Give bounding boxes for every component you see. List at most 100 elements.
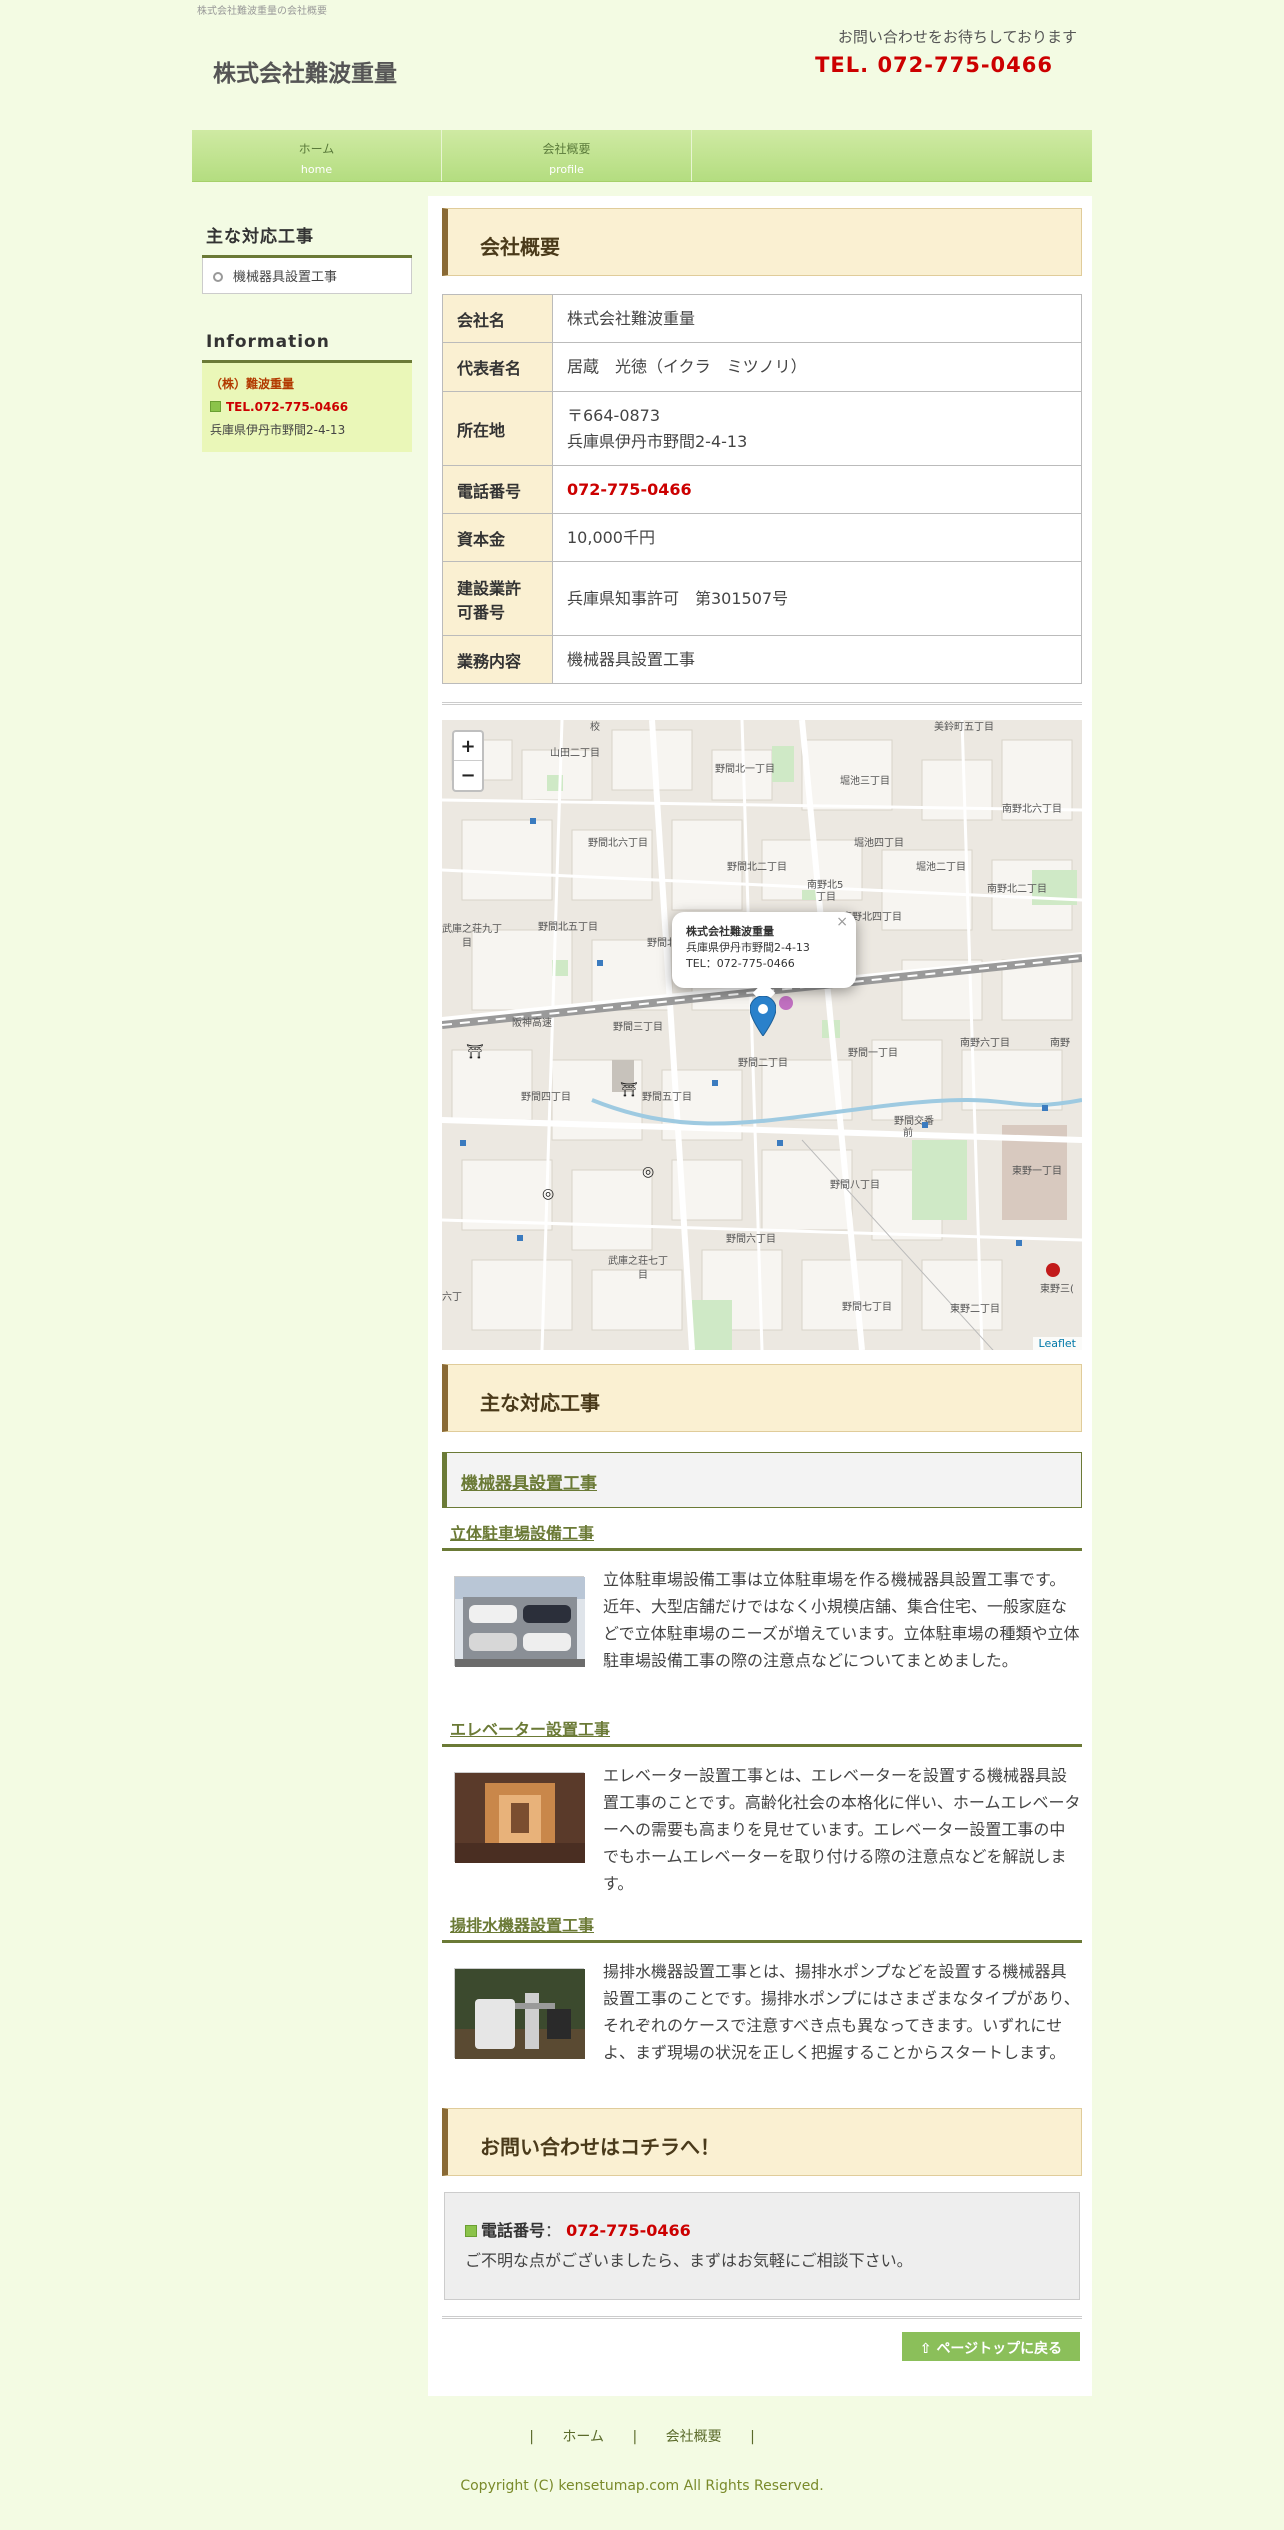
popup-tel: TEL：072-775-0466: [686, 957, 795, 970]
profile-table: 会社名 株式会社難波重量 代表者名 居蔵 光徳（イクラ ミツノリ） 所在地 〒6…: [442, 294, 1082, 684]
zoom-in-button[interactable]: +: [454, 732, 482, 761]
work-item-title[interactable]: エレベーター設置工事: [442, 1716, 1082, 1747]
arrow-up-icon: ⇧: [919, 2341, 937, 2357]
svg-text:南野六丁目: 南野六丁目: [960, 1036, 1010, 1049]
row-value: 機械器具設置工事: [552, 635, 1082, 684]
sidebar-works-item-label: 機械器具設置工事: [233, 270, 338, 285]
row-value: 居蔵 光徳（イクラ ミツノリ）: [552, 342, 1082, 392]
svg-text:堀池三丁目: 堀池三丁目: [840, 774, 890, 787]
works-heading: 主な対応工事: [442, 1364, 1082, 1432]
copyright: Copyright (C) kensetumap.com All Rights …: [460, 2478, 824, 2494]
sidebar-phone[interactable]: TEL.072-775-0466: [210, 396, 404, 419]
popup-address: 兵庫県伊丹市野間2-4-13: [686, 941, 810, 954]
row-value: 兵庫県知事許可 第301507号: [552, 561, 1082, 636]
nav-item-profile[interactable]: 会社概要 profile: [442, 130, 692, 181]
sidebar-works-title: 主な対応工事: [202, 210, 412, 258]
circle-bullet-icon: [213, 272, 223, 282]
work-item-text: エレベーター設置工事とは、エレベーターを設置する機械器具設置工事のことです。高齢…: [603, 1766, 1081, 1893]
profile-heading: 会社概要: [442, 208, 1082, 276]
row-label: 会社名: [442, 294, 553, 343]
divider: [442, 2316, 1082, 2319]
inquiry-phone-label: 電話番号: [481, 2221, 546, 2240]
svg-text:南野北5: 南野北5: [807, 878, 843, 891]
nav-home-sub: home: [300, 163, 333, 176]
svg-text:野間三丁目: 野間三丁目: [613, 1021, 663, 1033]
row-label: 資本金: [442, 513, 553, 562]
work-item-title[interactable]: 立体駐車場設備工事: [442, 1520, 1082, 1551]
row-label: 電話番号: [442, 465, 553, 514]
table-row: 会社名 株式会社難波重量: [442, 294, 1082, 343]
table-row: 資本金 10,000千円: [442, 513, 1082, 562]
footer-link-profile[interactable]: 会社概要: [666, 2429, 722, 2445]
svg-text:東野一丁目: 東野一丁目: [1012, 1164, 1062, 1177]
svg-text:野間北六丁目: 野間北六丁目: [588, 837, 648, 849]
svg-text:目: 目: [462, 938, 472, 949]
address: 兵庫県伊丹市野間2-4-13: [567, 431, 748, 451]
map-attribution[interactable]: Leaflet: [1032, 1337, 1082, 1350]
contact-message: お問い合わせをお待ちしております: [837, 28, 1077, 46]
page-top-button[interactable]: ⇧ ページトップに戻る: [902, 2332, 1080, 2361]
footer-link-home[interactable]: ホーム: [562, 2429, 604, 2445]
site-description: 株式会社難波重量の会社概要: [197, 6, 327, 17]
svg-text:⛩: ⛩: [466, 1044, 484, 1060]
svg-text:野間一丁目: 野間一丁目: [848, 1047, 898, 1059]
nav-profile-label: 会社概要: [542, 142, 591, 156]
parking-image: [454, 1576, 585, 1667]
svg-text:野間七丁目: 野間七丁目: [842, 1301, 892, 1313]
sidebar: 主な対応工事 機械器具設置工事 Information （株）難波重量 TEL.…: [202, 210, 412, 452]
table-row: 代表者名 居蔵 光徳（イクラ ミツノリ）: [442, 342, 1082, 392]
row-value: 〒664-0873 兵庫県伊丹市野間2-4-13: [552, 391, 1082, 466]
svg-text:野間四丁目: 野間四丁目: [521, 1091, 571, 1103]
svg-text:野間二丁目: 野間二丁目: [738, 1057, 788, 1069]
sidebar-address: 兵庫県伊丹市野間2-4-13: [210, 423, 346, 437]
sidebar-phone-number: TEL.072-775-0466: [226, 400, 349, 414]
nav-item-home[interactable]: ホーム home: [192, 130, 442, 181]
svg-text:南野北二丁目: 南野北二丁目: [987, 882, 1047, 895]
phone-link[interactable]: 072-775-0466: [552, 465, 1082, 514]
work-item-title[interactable]: 揚排水機器設置工事: [442, 1912, 1082, 1943]
row-label: 建設業許 可番号: [442, 561, 553, 636]
inquiry-note: ご不明な点がございましたら、まずはお気軽にご相談下さい。: [465, 2251, 913, 2270]
work-item-text: 揚排水機器設置工事とは、揚排水ポンプなどを設置する機械器具設置工事のことです。揚…: [603, 1962, 1080, 2062]
header-phone[interactable]: TEL. 072-775-0466: [815, 53, 1053, 77]
svg-text:目: 目: [638, 1270, 648, 1281]
footer-nav: | ホーム | 会社概要 |: [0, 2426, 1284, 2446]
zoom-out-button[interactable]: −: [454, 761, 482, 790]
table-row: 業務内容 機械器具設置工事: [442, 635, 1082, 684]
row-label: 業務内容: [442, 635, 553, 684]
main-content: 会社概要 会社名 株式会社難波重量 代表者名 居蔵 光徳（イクラ ミツノリ） 所…: [428, 196, 1092, 2396]
svg-text:山田二丁目: 山田二丁目: [550, 747, 600, 759]
svg-text:野間北二丁目: 野間北二丁目: [727, 861, 787, 873]
svg-text:武庫之荘七丁: 武庫之荘七丁: [608, 1254, 668, 1267]
svg-text:美鈴町五丁目: 美鈴町五丁目: [934, 720, 994, 733]
svg-text:南野北六丁目: 南野北六丁目: [1002, 802, 1062, 815]
inquiry-heading: お問い合わせはコチラへ！: [442, 2108, 1082, 2176]
site-logo[interactable]: 株式会社難波重量: [213, 54, 397, 88]
map-marker-icon[interactable]: [749, 995, 777, 1037]
inquiry-box: 電話番号： 072-775-0466 ご不明な点がございましたら、まずはお気軽に…: [444, 2192, 1080, 2300]
popup-close-button[interactable]: ×: [836, 914, 848, 930]
sidebar-info-title: Information: [202, 320, 412, 363]
svg-text:阪神高速: 阪神高速: [512, 1016, 552, 1029]
global-nav: ホーム home 会社概要 profile: [192, 130, 1092, 182]
sidebar-works-item[interactable]: 機械器具設置工事: [202, 258, 412, 294]
inquiry-phone-number[interactable]: 072-775-0466: [566, 2221, 691, 2240]
footer-sep: |: [632, 2429, 638, 2445]
inquiry-phone: 電話番号： 072-775-0466: [465, 2217, 1059, 2241]
row-label-line2: 可番号: [457, 602, 506, 622]
work-item-text: 立体駐車場設備工事は立体駐車場を作る機械器具設置工事です。近年、大型店舗だけでは…: [603, 1570, 1080, 1670]
svg-text:前: 前: [903, 1126, 913, 1139]
works-category-link[interactable]: 機械器具設置工事: [442, 1452, 1082, 1508]
svg-text:丁目: 丁目: [816, 892, 836, 903]
svg-text:◎: ◎: [542, 1186, 554, 1202]
map[interactable]: 校 山田二丁目 野間北一丁目 堀池三丁目 美鈴町五丁目 南野北六丁目 野間北六丁…: [442, 720, 1082, 1350]
svg-text:野間六丁目: 野間六丁目: [726, 1233, 776, 1245]
table-row: 建設業許 可番号 兵庫県知事許可 第301507号: [442, 561, 1082, 636]
svg-text:六丁: 六丁: [442, 1291, 462, 1303]
table-row: 所在地 〒664-0873 兵庫県伊丹市野間2-4-13: [442, 391, 1082, 466]
page-top-label: ページトップに戻る: [936, 2341, 1063, 2357]
popup-title: 株式会社難波重量: [686, 925, 774, 938]
svg-text:野間北一丁目: 野間北一丁目: [715, 763, 775, 775]
inquiry-colon: ：: [545, 2221, 562, 2240]
map-popup: × 株式会社難波重量 兵庫県伊丹市野間2-4-13 TEL：072-775-04…: [672, 912, 856, 988]
